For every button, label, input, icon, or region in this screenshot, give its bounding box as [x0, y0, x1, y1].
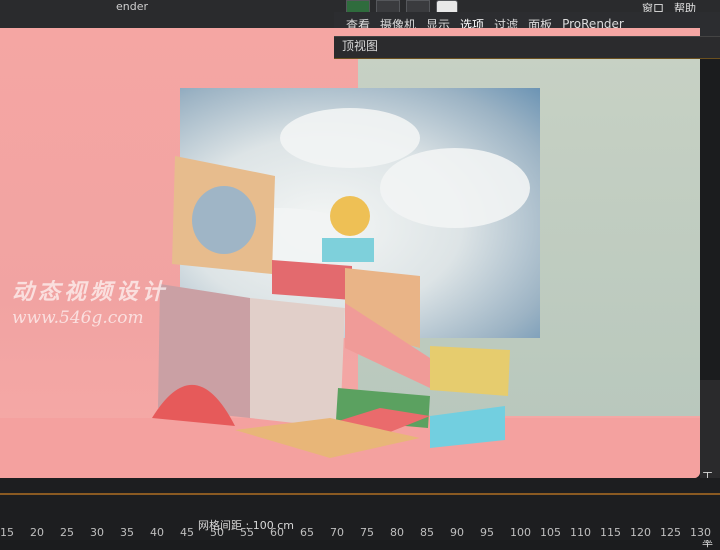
- tick-label: 15: [0, 526, 14, 539]
- tick-label: 50: [210, 526, 224, 539]
- tick-label: 85: [420, 526, 434, 539]
- cyan-cylinder: [322, 238, 374, 262]
- viewport-title: 顶视图: [342, 39, 379, 53]
- scene-objects: [152, 156, 510, 458]
- blue-step: [430, 406, 505, 448]
- tick-label: 30: [90, 526, 104, 539]
- yellow-box: [430, 346, 510, 396]
- yellow-sphere: [330, 196, 370, 236]
- tick-label: 65: [300, 526, 314, 539]
- tick-label: 125: [660, 526, 681, 539]
- tick-label: 130: [690, 526, 711, 539]
- circular-window: [192, 186, 256, 254]
- tick-label: 110: [570, 526, 591, 539]
- tick-label: 80: [390, 526, 404, 539]
- tick-label: 55: [240, 526, 254, 539]
- tick-label: 20: [30, 526, 44, 539]
- arched-wall: [250, 298, 345, 428]
- watermark: 动态视频设计 www.546g.com: [12, 274, 168, 328]
- tick-label: 45: [180, 526, 194, 539]
- tick-label: 100: [510, 526, 531, 539]
- tick-label: 60: [270, 526, 284, 539]
- tick-label: 105: [540, 526, 561, 539]
- tick-label: 70: [330, 526, 344, 539]
- app-tab-label[interactable]: ender: [116, 0, 148, 13]
- viewport-title-bar: [334, 36, 720, 59]
- screen: ender 窗口 帮助 查看 摄像机 显示 选项 过滤 面板 ProRender: [0, 0, 720, 549]
- timeline-track[interactable]: [0, 493, 720, 495]
- viewport-accent-line: [334, 58, 720, 59]
- tick-label: 90: [450, 526, 464, 539]
- render-viewport[interactable]: 动态视频设计 www.546g.com: [0, 28, 700, 478]
- tick-label: 75: [360, 526, 374, 539]
- tick-label: 40: [150, 526, 164, 539]
- tick-label: 95: [480, 526, 494, 539]
- red-block: [272, 260, 352, 300]
- watermark-line2: www.546g.com: [12, 308, 144, 328]
- timeline-ticks: 15 20 25 30 35 40 45 50 55 60 65 70 75 8…: [0, 526, 720, 540]
- watermark-line1: 动态视频设计: [12, 279, 169, 305]
- tick-label: 25: [60, 526, 74, 539]
- tick-label: 120: [630, 526, 651, 539]
- tick-label: 115: [600, 526, 621, 539]
- tick-label: 35: [120, 526, 134, 539]
